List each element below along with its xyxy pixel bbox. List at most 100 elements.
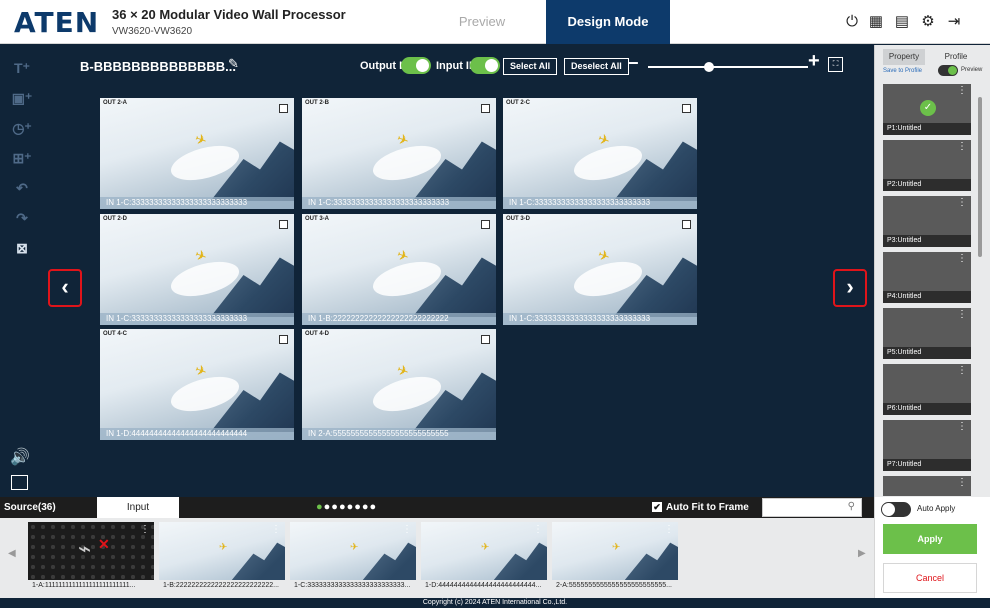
zoom-out-icon[interactable]: − — [628, 53, 639, 74]
scroll-right-icon[interactable]: ▶ — [858, 548, 866, 559]
more-icon[interactable]: ⋮ — [957, 254, 967, 264]
close-window-icon[interactable]: ⊠ — [10, 237, 34, 259]
tab-profile[interactable]: Profile — [935, 49, 977, 65]
scroll-left-icon[interactable]: ◀ — [8, 548, 16, 559]
more-icon[interactable]: ⋮ — [957, 310, 967, 320]
speaker-icon[interactable]: 🔊 — [10, 447, 30, 467]
tile-output-label: OUT 4-D — [305, 331, 329, 337]
copyright-footer: Copyright (c) 2024 ATEN International Co… — [0, 598, 990, 608]
more-icon[interactable]: ⋮ — [957, 198, 967, 208]
more-icon[interactable]: ⋮ — [402, 524, 412, 535]
more-icon[interactable]: ⋮ — [533, 524, 543, 535]
more-icon[interactable]: ⋮ — [957, 86, 967, 96]
profile-card[interactable]: ⋮ P5:Untitled — [883, 308, 971, 359]
add-layout-icon[interactable]: ⊞⁺ — [10, 147, 34, 169]
more-icon[interactable]: ⋮ — [957, 422, 967, 432]
more-icon[interactable]: ⋮ — [271, 524, 281, 535]
tile-checkbox[interactable] — [279, 335, 288, 344]
logout-icon[interactable]: ⇥ — [944, 12, 964, 32]
wall-tile[interactable]: ✈ OUT 4-C IN 1-D:44444444444444444444444… — [100, 329, 294, 440]
profile-card[interactable]: ⋮ P4:Untitled — [883, 252, 971, 303]
source-mountain — [231, 542, 285, 580]
tab-property[interactable]: Property — [883, 49, 925, 65]
more-icon[interactable]: ⋮ — [957, 142, 967, 152]
wall-tile[interactable]: ✈ OUT 2-A IN 1-C:33333333333333333333333… — [100, 98, 294, 209]
apply-button[interactable]: Apply — [883, 524, 977, 554]
prev-page-arrow[interactable]: ‹ — [48, 269, 82, 307]
source-name: 2-A:5555555555555555555555555... — [556, 582, 672, 589]
auto-fit-label: Auto Fit to Frame — [666, 502, 749, 513]
profile-name: P3:Untitled — [883, 235, 971, 247]
profile-card[interactable]: ⋮ P7:Untitled — [883, 420, 971, 471]
more-icon[interactable]: ⋮ — [957, 478, 967, 488]
layout-icon[interactable] — [11, 475, 28, 490]
save-to-profile-link[interactable]: Save to Profile — [883, 68, 922, 74]
zoom-slider-knob[interactable] — [704, 62, 714, 72]
tile-checkbox[interactable] — [279, 104, 288, 113]
add-text-icon[interactable]: T⁺ — [10, 57, 34, 79]
settings-icon[interactable]: ⚙ — [918, 12, 938, 32]
undo-icon[interactable]: ↶ — [10, 177, 34, 199]
plane-icon: ✈ — [350, 542, 359, 553]
grid-icon[interactable]: ▦ — [866, 12, 886, 32]
output-id-toggle[interactable] — [401, 57, 431, 74]
tile-checkbox[interactable] — [481, 104, 490, 113]
profile-card[interactable]: ⋮ P2:Untitled — [883, 140, 971, 191]
deselect-all-button[interactable]: Deselect All — [564, 58, 629, 75]
aten-logo: ATEN — [14, 6, 100, 39]
power-icon[interactable]: ⏻ — [842, 12, 862, 32]
more-icon[interactable]: ⋮ — [957, 366, 967, 376]
source-item[interactable]: ⌁ ✕ ⋮ 1-A:1111111111111111111111111... — [28, 522, 154, 594]
calendar-icon[interactable]: ▤ — [892, 12, 912, 32]
tab-preview[interactable]: Preview — [418, 0, 546, 44]
source-item[interactable]: ✈ ⋮ 1-D:4444444444444444444444444... — [421, 522, 547, 594]
tile-source-label: IN 1-C:33333333333333333333333333 — [302, 197, 496, 209]
tab-input[interactable]: Input — [97, 497, 179, 518]
source-item[interactable]: ✈ ⋮ 2-A:5555555555555555555555555... — [552, 522, 678, 594]
zoom-slider[interactable] — [648, 66, 808, 68]
input-id-toggle[interactable] — [470, 57, 500, 74]
profile-panel: Property Profile Save to Profile Preview… — [874, 45, 990, 497]
redo-icon[interactable]: ↷ — [10, 207, 34, 229]
tile-checkbox[interactable] — [481, 220, 490, 229]
tile-checkbox[interactable] — [682, 104, 691, 113]
profile-card[interactable]: ✓ ⋮ P1:Untitled — [883, 84, 971, 135]
auto-apply-toggle[interactable] — [881, 502, 911, 517]
source-search-input[interactable]: ⚲ — [762, 498, 862, 517]
wall-tile[interactable]: ✈ OUT 4-D IN 2-A:55555555555555555555555… — [302, 329, 496, 440]
source-item[interactable]: ✈ ⋮ 1-C:3333333333333333333333333... — [290, 522, 416, 594]
tab-design-mode[interactable]: Design Mode — [546, 0, 670, 44]
tile-checkbox[interactable] — [481, 335, 490, 344]
preview-toggle[interactable] — [938, 65, 958, 76]
source-title: Source(36) — [4, 502, 56, 513]
select-all-button[interactable]: Select All — [503, 58, 558, 75]
wall-tile[interactable]: ✈ OUT 2-D IN 1-C:33333333333333333333333… — [100, 214, 294, 325]
wall-tile[interactable]: ✈ OUT 3-A IN 1-B:22222222222222222222222… — [302, 214, 496, 325]
source-mountain — [624, 542, 678, 580]
add-clock-icon[interactable]: ◷⁺ — [10, 117, 34, 139]
wall-tile[interactable]: ✈ OUT 2-B IN 1-C:33333333333333333333333… — [302, 98, 496, 209]
source-thumbnail: ⌁ ✕ ⋮ — [28, 522, 154, 580]
tile-checkbox[interactable] — [682, 220, 691, 229]
cancel-button[interactable]: Cancel — [883, 563, 977, 593]
page-dots[interactable]: ●●●●●●●● — [316, 501, 377, 513]
tile-checkbox[interactable] — [279, 220, 288, 229]
profile-scrollbar[interactable] — [978, 97, 982, 257]
fit-screen-icon[interactable]: ⛶ — [828, 57, 843, 72]
more-icon[interactable]: ⋮ — [664, 524, 674, 535]
edit-pencil-icon[interactable]: ✎ — [228, 56, 239, 72]
profile-name: P1:Untitled — [883, 123, 971, 135]
source-thumbnail: ✈ ⋮ — [159, 522, 285, 580]
wall-tile[interactable]: ✈ OUT 3-D IN 1-C:33333333333333333333333… — [503, 214, 697, 325]
tile-source-label: IN 1-B:22222222222222222222222222 — [302, 313, 496, 325]
source-item[interactable]: ✈ ⋮ 1-B:2222222222222222222222222... — [159, 522, 285, 594]
profile-card[interactable]: ⋮ P6:Untitled — [883, 364, 971, 415]
zoom-in-icon[interactable]: + — [808, 50, 820, 73]
next-page-arrow[interactable]: › — [833, 269, 867, 307]
profile-card[interactable]: ⋮ P3:Untitled — [883, 196, 971, 247]
more-icon[interactable]: ⋮ — [140, 524, 150, 535]
profile-card[interactable]: ⋮ — [883, 476, 971, 496]
wall-tile[interactable]: ✈ OUT 2-C IN 1-C:33333333333333333333333… — [503, 98, 697, 209]
auto-fit-checkbox[interactable]: ✔ Auto Fit to Frame — [652, 502, 749, 513]
add-image-icon[interactable]: ▣⁺ — [10, 87, 34, 109]
